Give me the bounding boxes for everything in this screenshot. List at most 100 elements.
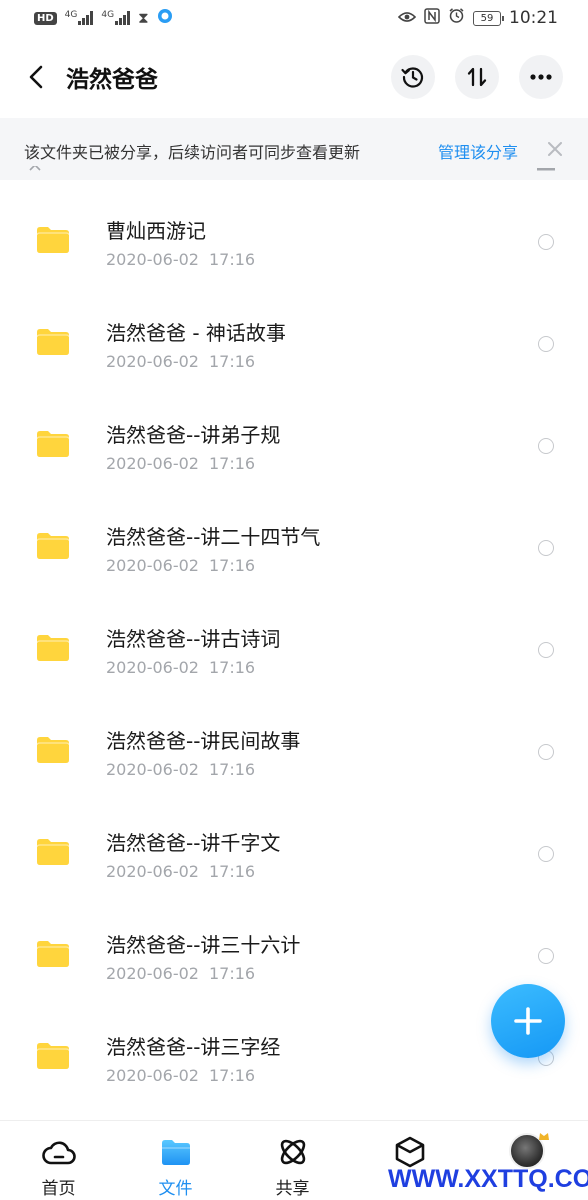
file-name: 浩然爸爸--讲古诗词	[106, 627, 281, 651]
plus-icon	[514, 1007, 542, 1035]
sort-row-partial	[28, 166, 568, 186]
history-button[interactable]	[391, 55, 435, 99]
alarm-icon	[448, 7, 465, 29]
cube-icon	[393, 1135, 427, 1169]
file-name: 浩然爸爸--讲三字经	[106, 1035, 281, 1059]
select-checkbox[interactable]	[538, 744, 554, 760]
folder-icon	[36, 1043, 70, 1069]
folder-icon	[36, 329, 70, 355]
app-screen: HD 4G 4G ⧗ 59 10:21 浩然爸爸 该文件夹已被分享，后续访问者可…	[0, 0, 588, 1200]
file-date: 2020-06-02	[106, 862, 199, 881]
view-mode-icon	[537, 168, 555, 171]
folder-icon	[36, 737, 70, 763]
hd-badge: HD	[34, 11, 57, 25]
file-date: 2020-06-02	[106, 658, 199, 677]
file-time: 17:16	[208, 658, 256, 677]
file-time: 17:16	[208, 1066, 256, 1085]
folder-icon	[36, 431, 70, 457]
signal-1: 4G	[64, 10, 94, 25]
chevron-icon	[29, 166, 41, 171]
header: 浩然爸爸	[0, 36, 588, 118]
manage-share-link[interactable]: 管理该分享	[438, 139, 518, 163]
file-list: 曹灿西游记 2020-06-02 17:16 浩然爸爸 - 神话故事 2020-06-0…	[0, 190, 588, 1108]
file-time: 17:16	[208, 862, 256, 881]
battery-icon: 59	[473, 10, 504, 26]
close-icon	[548, 142, 562, 156]
file-time: 17:16	[208, 556, 256, 575]
file-time: 17:16	[208, 454, 256, 473]
signal-bars-icon	[115, 11, 131, 25]
sort-button[interactable]	[455, 55, 499, 99]
banner-close-button[interactable]	[544, 138, 566, 160]
folder-icon	[36, 839, 70, 865]
folder-icon	[159, 1135, 193, 1169]
file-row[interactable]: 浩然爸爸--讲古诗词 2020-06-02 17:16	[0, 598, 588, 700]
nav-share[interactable]: 共享	[234, 1121, 351, 1200]
nav-home[interactable]: 首页	[0, 1121, 117, 1200]
folder-icon	[36, 635, 70, 661]
nav-home-label: 首页	[41, 1179, 76, 1199]
file-time: 17:16	[208, 352, 256, 371]
folder-icon	[36, 227, 70, 253]
file-time: 17:16	[208, 964, 256, 983]
file-name: 浩然爸爸--讲三十六计	[106, 933, 301, 957]
file-row[interactable]: 浩然爸爸--讲民间故事 2020-06-02 17:16	[0, 700, 588, 802]
file-row[interactable]: 浩然爸爸--讲二十四节气 2020-06-02 17:16	[0, 496, 588, 598]
file-modified: 2020-06-02 17:16	[106, 250, 255, 269]
network-type-1: 4G	[64, 10, 78, 20]
file-name: 浩然爸爸--讲民间故事	[106, 729, 301, 753]
file-modified: 2020-06-02 17:16	[106, 658, 255, 677]
file-name: 曹灿西游记	[106, 219, 206, 243]
file-date: 2020-06-02	[106, 1066, 199, 1085]
select-checkbox[interactable]	[538, 948, 554, 964]
file-date: 2020-06-02	[106, 352, 199, 371]
select-checkbox[interactable]	[538, 642, 554, 658]
nav-share-label: 共享	[275, 1179, 310, 1199]
app-notification-icon	[157, 8, 173, 29]
nav-files[interactable]: 文件	[117, 1121, 234, 1200]
select-checkbox[interactable]	[538, 336, 554, 352]
signal-2: 4G	[101, 10, 131, 25]
file-row[interactable]: 浩然爸爸--讲弟子规 2020-06-02 17:16	[0, 394, 588, 496]
page-title: 浩然爸爸	[66, 67, 158, 93]
file-row[interactable]: 浩然爸爸 - 神话故事 2020-06-02 17:16	[0, 292, 588, 394]
file-modified: 2020-06-02 17:16	[106, 352, 255, 371]
status-bar: HD 4G 4G ⧗ 59 10:21	[0, 0, 588, 36]
signal-bars-icon	[78, 11, 94, 25]
watermark: WWW.XXTTQ.COM	[388, 1165, 588, 1193]
file-modified: 2020-06-02 17:16	[106, 964, 255, 983]
select-checkbox[interactable]	[538, 846, 554, 862]
cloud-icon	[42, 1135, 76, 1169]
share-banner-text: 该文件夹已被分享，后续访问者可同步查看更新	[24, 143, 361, 162]
file-name: 浩然爸爸--讲千字文	[106, 831, 281, 855]
add-button[interactable]	[491, 984, 565, 1058]
atom-icon	[276, 1135, 310, 1169]
chevron-left-icon	[29, 65, 43, 89]
select-checkbox[interactable]	[538, 438, 554, 454]
history-icon	[401, 67, 424, 88]
file-date: 2020-06-02	[106, 760, 199, 779]
back-button[interactable]	[22, 61, 50, 93]
file-name: 浩然爸爸--讲二十四节气	[106, 525, 321, 549]
network-type-2: 4G	[101, 10, 115, 20]
file-date: 2020-06-02	[106, 250, 199, 269]
nav-files-label: 文件	[158, 1179, 193, 1199]
vip-badge-icon	[538, 1127, 550, 1140]
file-name: 浩然爸爸 - 神话故事	[106, 321, 286, 345]
nfc-icon	[424, 7, 440, 29]
select-checkbox[interactable]	[538, 540, 554, 556]
file-row[interactable]: 曹灿西游记 2020-06-02 17:16	[0, 190, 588, 292]
file-time: 17:16	[208, 250, 256, 269]
folder-icon	[36, 533, 70, 559]
file-modified: 2020-06-02 17:16	[106, 862, 255, 881]
file-row[interactable]: 浩然爸爸--讲三十六计 2020-06-02 17:16	[0, 904, 588, 1006]
file-time: 17:16	[208, 760, 256, 779]
eye-icon	[397, 8, 417, 28]
more-button[interactable]	[519, 55, 563, 99]
file-row[interactable]: 浩然爸爸--讲千字文 2020-06-02 17:16	[0, 802, 588, 904]
file-modified: 2020-06-02 17:16	[106, 454, 255, 473]
hourglass-icon: ⧗	[138, 9, 149, 27]
select-checkbox[interactable]	[538, 234, 554, 250]
sort-icon	[467, 67, 487, 87]
file-date: 2020-06-02	[106, 454, 199, 473]
